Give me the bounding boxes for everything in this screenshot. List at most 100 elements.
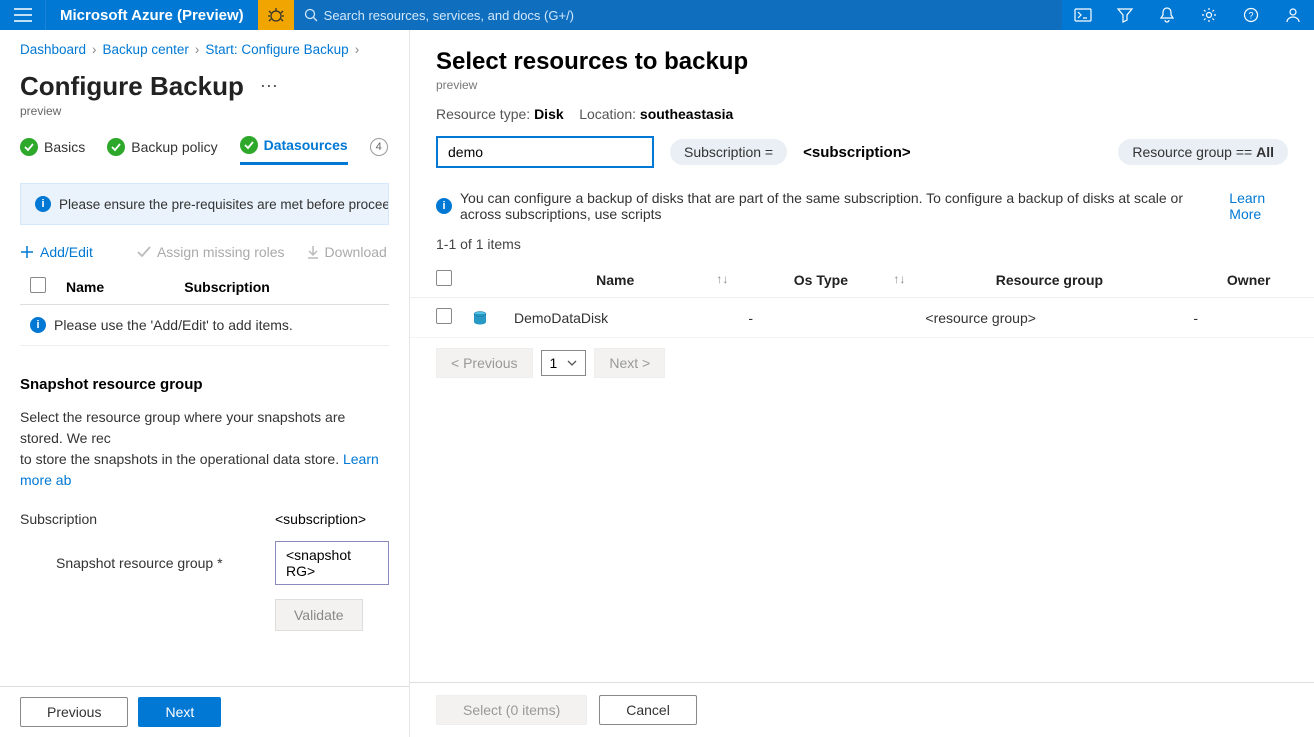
validate-button: Validate — [275, 599, 363, 631]
col-name[interactable]: Name↑↓ — [504, 262, 738, 298]
empty-msg-text: Please use the 'Add/Edit' to add items. — [54, 317, 293, 333]
gear-icon — [1201, 7, 1217, 23]
add-edit-button[interactable]: Add/Edit — [20, 244, 93, 260]
breadcrumb-dashboard[interactable]: Dashboard — [20, 42, 86, 57]
cloud-shell-button[interactable] — [1062, 0, 1104, 30]
svg-text:?: ? — [1248, 11, 1253, 21]
pager-page-value: 1 — [550, 355, 558, 371]
breadcrumb-backup-center[interactable]: Backup center — [103, 42, 189, 57]
download-icon — [307, 245, 319, 259]
subscription-label: Subscription — [20, 511, 275, 527]
add-edit-label: Add/Edit — [40, 244, 93, 260]
bug-icon — [268, 7, 284, 23]
download-template-label: Download role — [325, 244, 389, 260]
chevron-right-icon: › — [92, 42, 97, 57]
preview-bug-button[interactable] — [258, 0, 294, 30]
wizard-steps: Basics Backup policy Datasources 4 — [20, 136, 389, 165]
disk-icon — [472, 310, 488, 326]
select-all-checkbox[interactable] — [436, 270, 452, 286]
pager-page-select[interactable]: 1 — [541, 350, 587, 376]
search-box[interactable] — [294, 0, 1062, 30]
empty-table-msg: i Please use the 'Add/Edit' to add items… — [20, 305, 389, 346]
select-resources-pane: Select resources to backup preview Resou… — [410, 30, 1314, 737]
select-all-checkbox[interactable] — [30, 277, 46, 293]
sort-icon: ↑↓ — [716, 272, 728, 286]
more-actions-button[interactable]: ⋯ — [260, 76, 278, 97]
search-icon — [304, 8, 318, 22]
snapshot-rg-title: Snapshot resource group — [20, 376, 389, 393]
step-basics-label: Basics — [44, 139, 85, 155]
preview-label: preview — [20, 104, 389, 118]
next-button[interactable]: Next — [138, 697, 221, 727]
scope-learn-more-link[interactable]: Learn More — [1229, 190, 1288, 222]
resourcegroup-filter-pill[interactable]: Resource group == All — [1118, 139, 1288, 165]
filter-icon — [1117, 7, 1133, 23]
configure-backup-pane: Dashboard › Backup center › Start: Confi… — [0, 30, 410, 737]
download-template-button: Download role — [307, 244, 389, 260]
topbar-actions: ? — [1062, 0, 1314, 30]
plus-icon — [20, 245, 34, 259]
breadcrumb: Dashboard › Backup center › Start: Confi… — [20, 42, 389, 57]
snapshot-rg-select[interactable]: <snapshot RG> — [275, 541, 389, 585]
panel-preview-label: preview — [436, 78, 1288, 92]
feedback-button[interactable] — [1272, 0, 1314, 30]
step-datasources[interactable]: Datasources — [240, 136, 348, 165]
step-four[interactable]: 4 — [370, 138, 388, 164]
panel-footer: Select (0 items) Cancel — [410, 682, 1314, 737]
breadcrumb-configure-backup[interactable]: Start: Configure Backup — [205, 42, 348, 57]
pager: < Previous 1 Next > — [410, 338, 1314, 388]
subscription-value: <subscription> — [275, 511, 389, 527]
item-count: 1-1 of 1 items — [410, 236, 1314, 252]
scope-info: i You can configure a backup of disks th… — [410, 190, 1314, 222]
check-icon — [137, 245, 151, 259]
notifications-button[interactable] — [1146, 0, 1188, 30]
snapshot-rg-value: <snapshot RG> — [286, 547, 378, 579]
hamburger-icon — [14, 8, 32, 22]
row-checkbox[interactable] — [436, 308, 452, 324]
pager-prev-button: < Previous — [436, 348, 533, 378]
directory-filter-button[interactable] — [1104, 0, 1146, 30]
table-row[interactable]: DemoDataDisk - <resource group> - — [410, 298, 1314, 338]
brand-label[interactable]: Microsoft Azure (Preview) — [46, 7, 258, 24]
snapshot-rg-label: Snapshot resource group * — [20, 555, 275, 571]
cell-rg: <resource group> — [915, 298, 1183, 338]
top-bar: Microsoft Azure (Preview) ? — [0, 0, 1314, 30]
subscription-filter-value: <subscription> — [803, 144, 911, 161]
step-number-icon: 4 — [370, 138, 388, 156]
cell-os: - — [738, 298, 915, 338]
cell-name: DemoDataDisk — [504, 298, 738, 338]
info-icon: i — [35, 196, 51, 212]
col-owner[interactable]: Owner — [1183, 262, 1314, 298]
col-subscription[interactable]: Subscription — [174, 269, 389, 305]
step-backup-policy[interactable]: Backup policy — [107, 138, 217, 164]
subscription-filter-pill[interactable]: Subscription = — [670, 139, 787, 165]
search-input[interactable] — [324, 0, 1052, 30]
step-basics[interactable]: Basics — [20, 138, 85, 164]
step-datasources-label: Datasources — [264, 137, 348, 153]
datasource-table: Name Subscription — [20, 269, 389, 305]
scope-info-text: You can configure a backup of disks that… — [460, 190, 1221, 222]
check-icon — [20, 138, 38, 156]
assign-roles-label: Assign missing roles — [157, 244, 285, 260]
help-button[interactable]: ? — [1230, 0, 1272, 30]
info-icon: i — [436, 198, 452, 214]
settings-button[interactable] — [1188, 0, 1230, 30]
chevron-down-icon — [567, 360, 577, 366]
prerequisites-info: i Please ensure the pre-requisites are m… — [20, 183, 389, 225]
bell-icon — [1160, 7, 1174, 23]
cell-owner: - — [1183, 298, 1314, 338]
select-button: Select (0 items) — [436, 695, 587, 725]
col-name[interactable]: Name — [56, 269, 174, 305]
cancel-button[interactable]: Cancel — [599, 695, 697, 725]
chevron-right-icon: › — [195, 42, 200, 57]
chevron-right-icon: › — [355, 42, 360, 57]
filter-search-input[interactable] — [436, 136, 654, 168]
hamburger-menu[interactable] — [0, 0, 46, 30]
col-os-type[interactable]: Os Type↑↓ — [738, 262, 915, 298]
snapshot-rg-desc: Select the resource group where your sna… — [20, 407, 389, 491]
step-policy-label: Backup policy — [131, 139, 217, 155]
filter-bar: Subscription = <subscription> Resource g… — [410, 136, 1314, 168]
col-resource-group[interactable]: Resource group — [915, 262, 1183, 298]
info-icon: i — [30, 317, 46, 333]
previous-button[interactable]: Previous — [20, 697, 128, 727]
